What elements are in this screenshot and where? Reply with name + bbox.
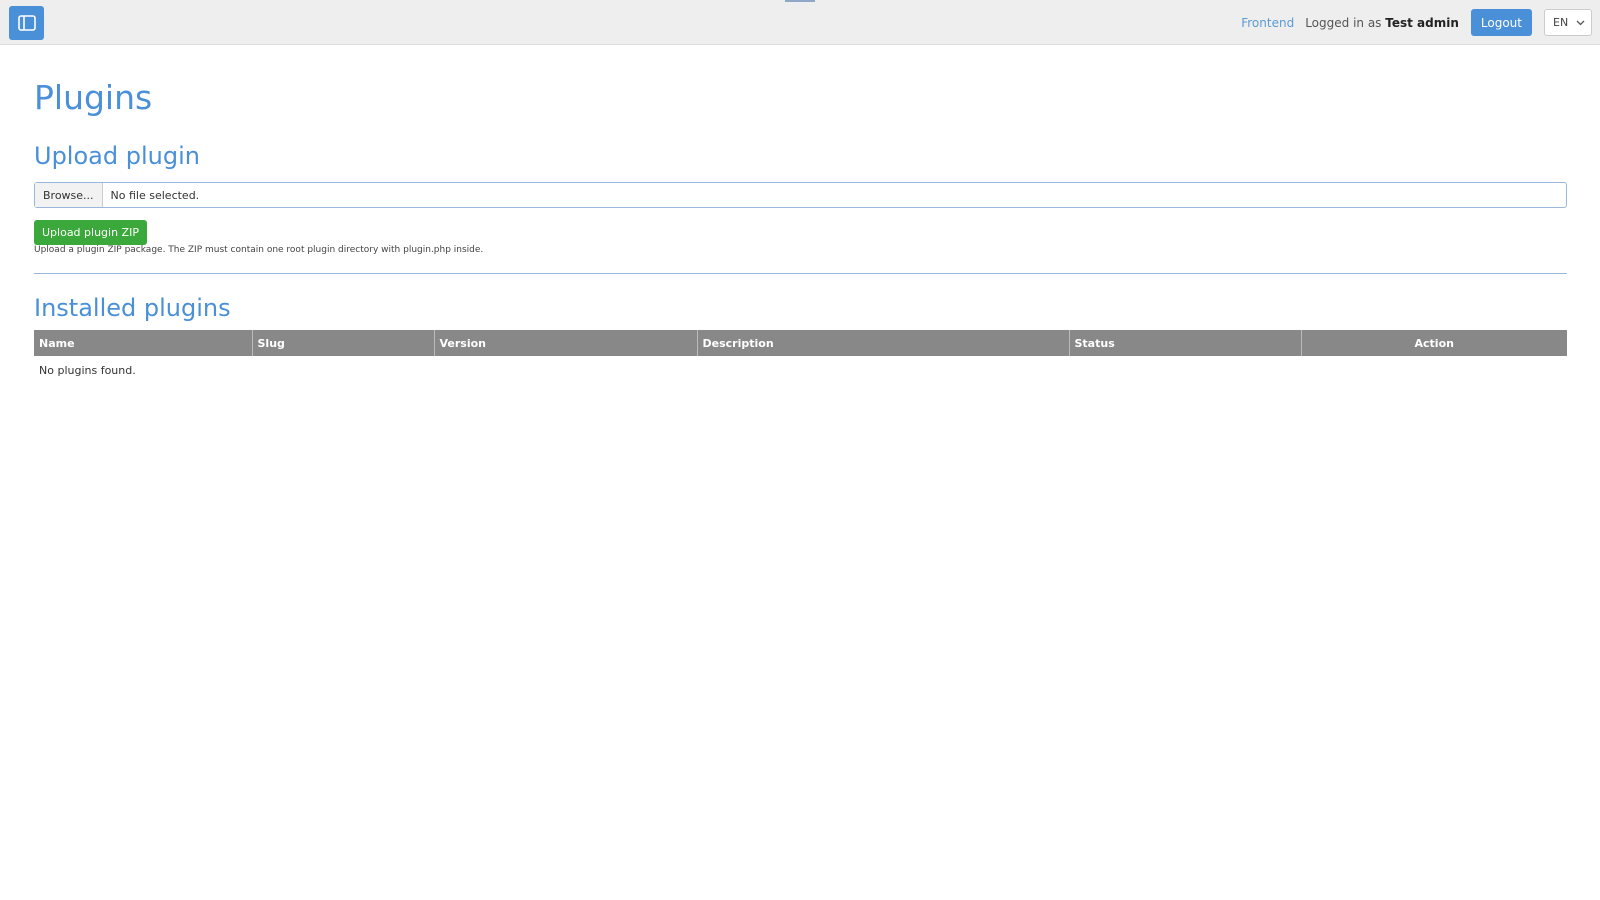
- plugins-table: Name Slug Version Description Status Act…: [34, 330, 1567, 377]
- column-header-version: Version: [433, 330, 697, 356]
- sidebar-icon: [17, 15, 36, 31]
- language-value: EN: [1553, 16, 1569, 29]
- upload-section-title: Upload plugin: [34, 142, 200, 170]
- upload-plugin-button[interactable]: Upload plugin ZIP: [34, 220, 147, 245]
- column-header-action: Action: [1300, 330, 1567, 356]
- loading-indicator: [785, 0, 815, 2]
- logout-button[interactable]: Logout: [1470, 9, 1532, 36]
- browse-button[interactable]: Browse...: [35, 183, 103, 207]
- upload-help-text: Upload a plugin ZIP package. The ZIP mus…: [34, 245, 484, 255]
- frontend-link[interactable]: Frontend: [1241, 16, 1294, 30]
- column-header-status: Status: [1068, 330, 1301, 356]
- top-bar: Frontend Logged in as Test admin Logout …: [0, 0, 1600, 45]
- language-select[interactable]: EN: [1544, 9, 1592, 36]
- logged-in-label: Logged in as: [1305, 15, 1382, 30]
- table-row: No plugins found.: [34, 356, 1567, 377]
- empty-message: No plugins found.: [39, 364, 136, 377]
- user-area: Frontend Logged in as Test admin Logout …: [1241, 6, 1592, 39]
- user-name: Test admin: [1385, 15, 1459, 30]
- column-header-slug: Slug: [251, 330, 434, 356]
- column-header-description: Description: [696, 330, 1069, 356]
- logged-in-status: Logged in as Test admin: [1305, 16, 1459, 30]
- installed-section-title: Installed plugins: [34, 294, 231, 322]
- file-status: No file selected.: [110, 188, 200, 202]
- page-title: Plugins: [34, 78, 153, 117]
- sidebar-toggle-button[interactable]: [9, 6, 44, 40]
- table-header-row: Name Slug Version Description Status Act…: [34, 330, 1567, 356]
- column-header-name: Name: [34, 330, 252, 356]
- chevron-down-icon: [1576, 20, 1585, 25]
- section-divider: [34, 273, 1567, 274]
- plugin-file-input[interactable]: Browse... No file selected.: [34, 182, 1567, 208]
